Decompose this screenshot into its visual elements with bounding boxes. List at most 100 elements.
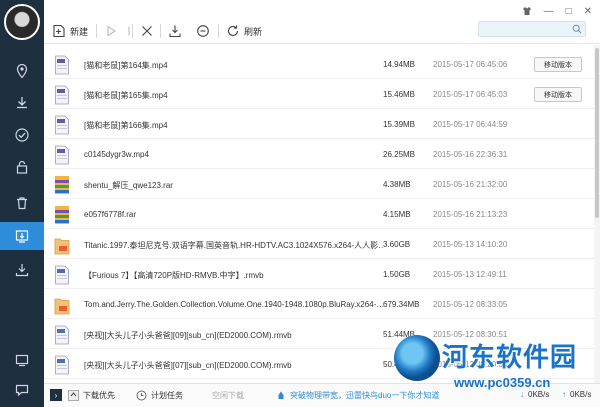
upload-speed: ↑ 0KB/s [562,390,591,399]
down-arrow-icon: ↓ [520,390,524,399]
close-x-icon [142,26,152,36]
sidebar-item-chat[interactable] [0,376,44,404]
scrollbar-thumb[interactable] [595,48,599,218]
file-size: 15.46MB [383,90,416,99]
check-icon [15,128,29,142]
file-row[interactable]: [猫和老鼠]第164集.mp4 14.94MB 2015-05-17 06:45:0… [44,51,600,79]
file-time: 2015-05-16 21:32:00 [433,180,508,189]
promo-label: 突破物理带宽，迅雷快鸟duo一下你才知道 [290,391,440,400]
file-time: 2015-05-16 22:36:31 [433,150,508,159]
video-file-icon [54,55,70,75]
video-file-icon [54,325,70,345]
video-file-icon [54,115,70,135]
new-task-label: 新建 [70,26,89,37]
delete-button[interactable] [140,22,154,40]
download-priority-label: 下载优先 [83,391,115,400]
start-button[interactable] [104,22,118,40]
sidebar-item-trash[interactable] [0,189,44,217]
trash-icon [17,197,27,210]
screen-icon [15,354,29,367]
download-priority-toggle[interactable]: 下载优先 [68,390,115,401]
up-arrow-icon: ↑ [562,390,566,399]
file-name: [猫和老鼠]第165集.mp4 [84,91,168,100]
file-list: [猫和老鼠]第164集.mp4 14.94MB 2015-05-17 06:45:0… [44,45,600,383]
pause-icon [128,26,130,36]
toolbar-divider [132,24,133,38]
status-bar: › 下载优先 计划任务 空闲下载 突破物理带宽，迅雷快鸟duo一下你才知道 ↓ … [44,383,600,407]
file-name: 【Furious 7】【高清720P版HD-RMVB.中字】.rmvb [84,271,264,280]
file-row[interactable]: shentu_解压_qwe123.rar 4.38MB 2015-05-16 21:… [44,171,600,199]
file-name: [猫和老鼠]第166集.mp4 [84,121,168,130]
expand-panel-button[interactable]: › [50,389,62,401]
file-time: 2015-05-12 08:30:51 [433,330,508,339]
file-row[interactable]: [央视][大头儿子小头爸爸][07][sub_cn](ED2000.COM).r… [44,351,600,379]
minimize-button[interactable]: — [544,6,554,19]
pause-button[interactable] [122,22,136,40]
scheduled-task-toggle[interactable]: 计划任务 [136,390,183,401]
refresh-button[interactable]: 刷新 [226,22,262,40]
shirt-icon[interactable] [522,6,532,19]
file-size: 26.25MB [383,150,416,159]
new-file-icon [53,24,65,38]
maximize-button[interactable]: □ [566,6,572,19]
file-row[interactable]: [猫和老鼠]第165集.mp4 15.46MB 2015-05-17 06:45:0… [44,81,600,109]
file-row[interactable]: Titanic.1997.泰坦尼克号.双语字幕.国英音轨.HR-HDTV.AC3… [44,231,600,259]
sidebar-item-offline[interactable] [0,256,44,284]
avatar[interactable] [4,4,40,40]
promo-link[interactable]: 突破物理带宽，迅雷快鸟duo一下你才知道 [276,390,439,401]
download-folder-button[interactable] [168,22,182,40]
toolbar-divider [96,24,97,38]
archive-file-icon [54,205,70,225]
mobile-version-button[interactable]: 移动版本 [534,57,582,72]
play-icon [107,25,117,37]
torrent-folder-icon [54,295,70,315]
video-file-icon [54,85,70,105]
file-row[interactable]: 【Furious 7】【高清720P版HD-RMVB.中字】.rmvb 1.50G… [44,261,600,289]
file-size: 4.15MB [383,210,411,219]
file-row[interactable]: [央视][大头儿子小头爸爸][09][sub_cn](ED2000.COM).r… [44,321,600,349]
file-name: Tom.and.Jerry.The.Golden.Collection.Volu… [84,300,384,309]
video-file-icon [54,145,70,165]
archive-file-icon [54,175,70,195]
sidebar-item-private[interactable] [0,153,44,181]
file-name: [央视][大头儿子小头爸爸][09][sub_cn](ED2000.COM).r… [84,331,292,340]
file-time: 2015-05-13 12:49:11 [433,270,507,279]
video-file-icon [54,355,70,375]
cloud-download-icon [15,230,29,243]
download-tray-icon [169,25,181,38]
idle-download-toggle[interactable]: 空闲下载 [212,390,244,401]
file-size: 50.49MB [383,360,416,369]
file-name: [央视][大头儿子小头爸爸][07][sub_cn](ED2000.COM).r… [84,361,292,370]
new-task-button[interactable]: 新建 [52,22,88,40]
download-speed-value: 0KB/s [528,390,550,399]
file-time: 2015-05-17 06:45:03 [433,90,508,99]
toolbar: — □ ✕ 新建 刷新 [44,0,600,44]
remove-button[interactable] [196,22,210,40]
file-row[interactable]: e057f6778f.rar 4.15MB 2015-05-16 21:13:23 [44,201,600,229]
file-row[interactable]: Tom.and.Jerry.The.Golden.Collection.Volu… [44,291,600,319]
file-row[interactable]: c0145dygr3w.mp4 26.25MB 2015-05-16 22:36:3… [44,141,600,169]
file-time: 2015-05-13 14:10:20 [433,240,508,249]
sidebar-item-screen[interactable] [0,346,44,374]
close-button[interactable]: ✕ [584,6,592,19]
torrent-folder-icon [54,235,70,255]
toolbar-divider [160,24,161,38]
sidebar-item-cloud[interactable] [0,222,48,250]
search-icon[interactable] [572,24,582,34]
file-name: Titanic.1997.泰坦尼克号.双语字幕.国英音轨.HR-HDTV.AC3… [84,241,384,250]
file-time: 2015-05-17 06:44:59 [433,120,508,129]
upload-speed-value: 0KB/s [570,390,592,399]
file-row[interactable]: [猫和老鼠]第166集.mp4 15.39MB 2015-05-17 06:44:5… [44,111,600,139]
sidebar-item-completed[interactable] [0,121,44,149]
file-time: 2015-05-16 21:13:23 [433,210,508,219]
window-controls: — □ ✕ [522,6,592,19]
sidebar-item-location[interactable] [0,57,44,85]
file-size: 14.94MB [383,60,416,69]
rocket-icon [278,391,284,399]
mobile-version-button[interactable]: 移动版本 [534,87,582,102]
download-icon [17,97,27,109]
sidebar-item-downloading[interactable] [0,89,44,117]
search-input[interactable] [479,22,567,36]
download-speed: ↓ 0KB/s [520,390,549,399]
file-name: e057f6778f.rar [84,210,137,219]
